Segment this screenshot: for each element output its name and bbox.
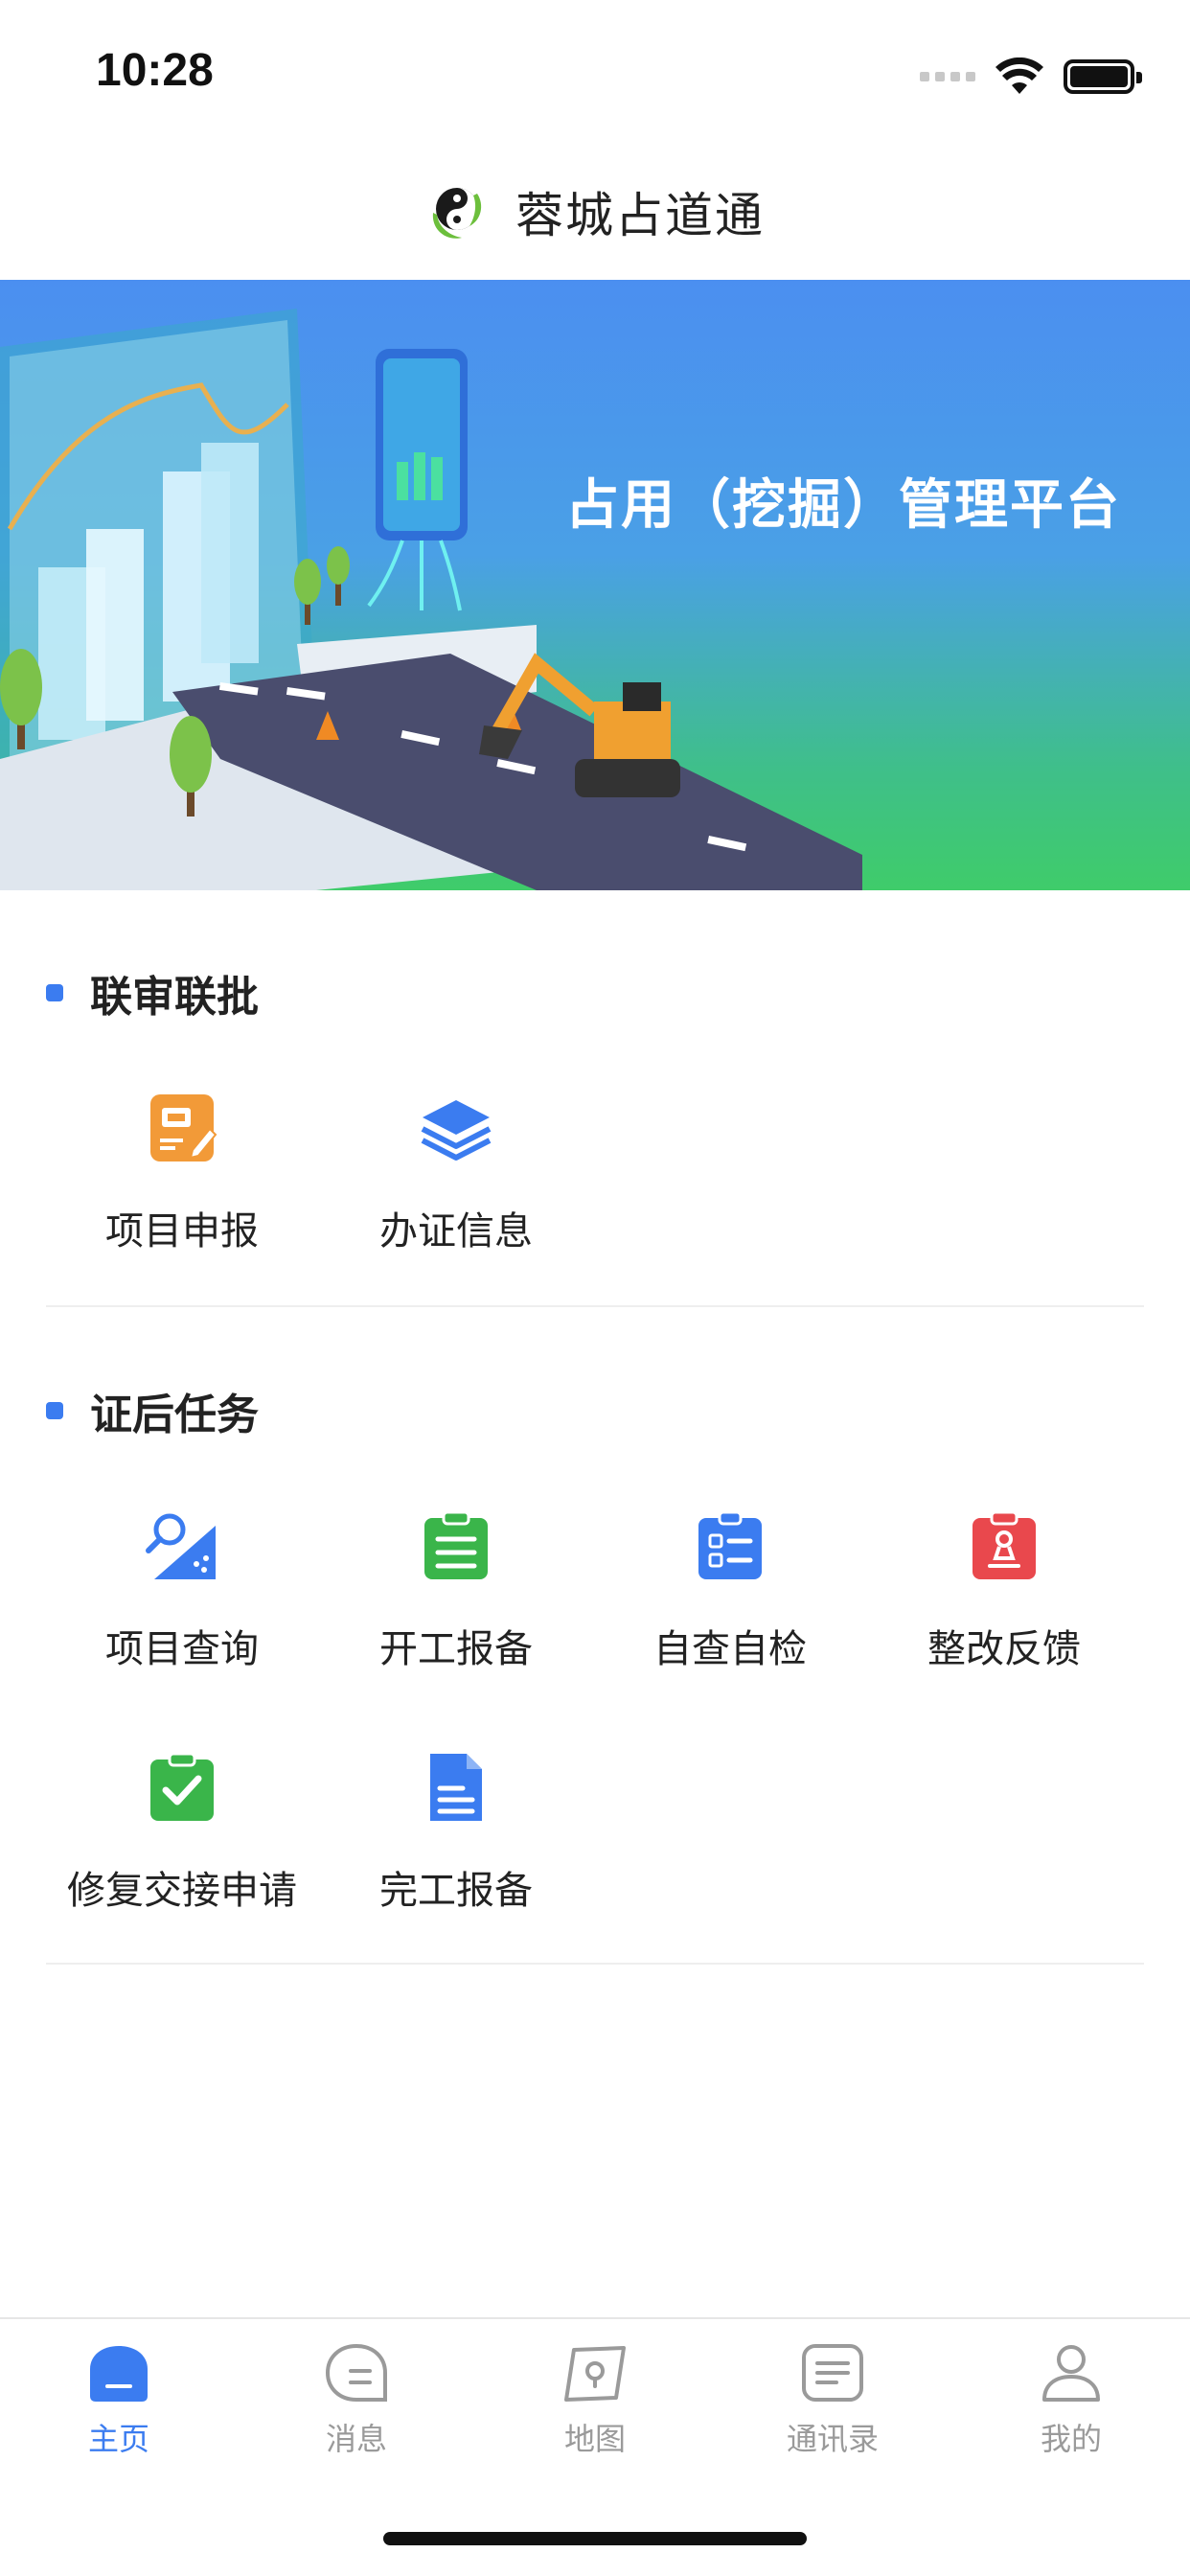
- section-divider: [46, 1963, 1144, 1965]
- map-icon: [564, 2346, 626, 2402]
- grid-label: 项目申报: [105, 1209, 259, 1254]
- section-marker: [46, 984, 63, 1001]
- grid-item-self-inspection[interactable]: 自查自检: [593, 1508, 867, 1700]
- tab-profile[interactable]: 我的: [952, 2342, 1190, 2459]
- status-time: 10:28: [96, 45, 214, 96]
- section-header-post-license: 证后任务: [46, 1380, 259, 1441]
- tab-contacts[interactable]: 通讯录: [714, 2342, 951, 2459]
- clipboard-list-icon: [424, 1510, 488, 1579]
- section-header-joint-review: 联审联批: [46, 962, 259, 1024]
- tab-label: 地图: [563, 2421, 626, 2457]
- section-title-joint-review: 联审联批: [90, 973, 259, 1022]
- battery-icon: [1064, 59, 1142, 94]
- grid-item-rectification-feedback[interactable]: 整改反馈: [867, 1508, 1141, 1700]
- home-indicator[interactable]: [383, 2532, 807, 2545]
- search-document-icon: [146, 1513, 216, 1579]
- grid-label: 办证信息: [379, 1209, 533, 1254]
- tab-label: 通讯录: [786, 2421, 879, 2457]
- grid-item-license-info[interactable]: 办证信息: [319, 1091, 593, 1282]
- layers-icon: [421, 1100, 492, 1161]
- tab-label: 主页: [87, 2421, 149, 2457]
- project-report-icon: [150, 1094, 217, 1162]
- section-marker: [46, 1402, 63, 1419]
- section-divider: [46, 1305, 1144, 1307]
- grid-label: 项目查询: [105, 1627, 259, 1671]
- grid-label: 自查自检: [653, 1627, 807, 1671]
- app-logo: [432, 188, 482, 239]
- clipboard-check-icon: [150, 1752, 214, 1821]
- tab-label: 消息: [325, 2421, 387, 2457]
- grid-label: 开工报备: [379, 1627, 533, 1671]
- profile-icon: [1042, 2345, 1100, 2402]
- grid-label: 完工报备: [379, 1869, 533, 1913]
- grid-item-completion-report[interactable]: 完工报备: [319, 1750, 593, 1942]
- checklist-icon: [698, 1510, 762, 1579]
- grid-item-project-query[interactable]: 项目查询: [45, 1508, 319, 1700]
- nav-bar: 蓉城占道通: [0, 144, 1190, 280]
- cellular-signal-icon: [920, 72, 975, 81]
- status-bar: 10:28: [0, 0, 1190, 144]
- contacts-icon: [802, 2344, 863, 2402]
- tab-home[interactable]: 主页: [0, 2342, 238, 2459]
- grid-item-start-report[interactable]: 开工报备: [319, 1508, 593, 1700]
- grid-label: 修复交接申请: [67, 1869, 297, 1913]
- tab-label: 我的: [1040, 2421, 1102, 2457]
- grid-item-project-report[interactable]: 项目申报: [45, 1091, 319, 1282]
- message-icon: [325, 2343, 387, 2402]
- hero-banner[interactable]: 占用（挖掘）管理平台: [0, 280, 1190, 890]
- section-title-post-license: 证后任务: [90, 1391, 259, 1439]
- stamp-icon: [973, 1510, 1036, 1579]
- status-icons: [920, 58, 1142, 96]
- home-icon: [90, 2346, 148, 2402]
- grid-item-repair-handover[interactable]: 修复交接申请: [45, 1750, 319, 1942]
- document-icon: [430, 1754, 482, 1821]
- grid-label: 整改反馈: [927, 1627, 1081, 1671]
- wifi-icon: [995, 58, 1043, 94]
- banner-illustration: [0, 309, 862, 890]
- tab-messages[interactable]: 消息: [238, 2342, 475, 2459]
- app-title: 蓉城占道通: [515, 188, 765, 243]
- tab-map[interactable]: 地图: [476, 2342, 714, 2459]
- banner-title: 占用（挖掘）管理平台: [565, 474, 1121, 537]
